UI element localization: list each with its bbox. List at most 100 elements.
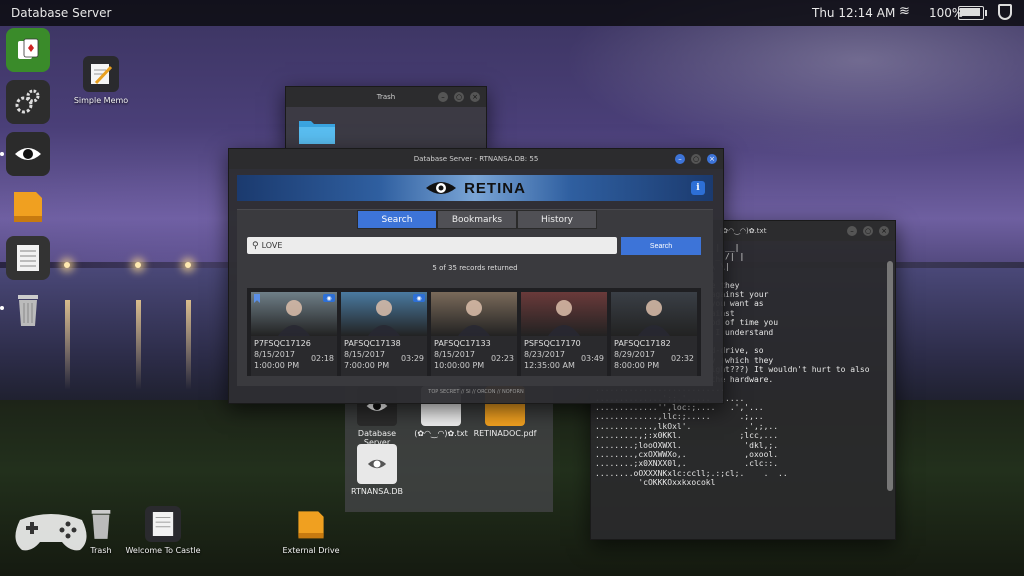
video-thumbnail [611,292,697,336]
street-lamp [135,262,141,268]
video-thumbnail: ◉ [251,292,337,336]
top-bar: Database Server Thu 12:14 AM ≋ 100% [0,0,1024,26]
text-line: ........;x0XNXX0l,. .clc::. [595,459,779,469]
tab-bookmarks[interactable]: Bookmarks [437,210,517,229]
file-item-db[interactable]: RTNANSA.DB [345,444,409,496]
street-lamp [64,262,70,268]
search-input[interactable]: ⚲ LOVE [247,237,617,254]
result-date: 8/15/2017 [434,350,476,359]
battery-icon[interactable] [958,6,987,20]
close-button[interactable]: × [879,226,889,236]
desktop-icon-label: External Drive [282,546,340,555]
maximize-button[interactable]: ○ [691,154,701,164]
viewed-eye-icon: ◉ [323,294,335,302]
trash-window-titlebar[interactable]: Trash – ○ × [286,87,486,107]
result-id: P7FSQC17126 [254,339,311,348]
viewed-eye-icon: ◉ [413,294,425,302]
battery-fill [960,8,980,16]
file-label: (✿◠‿◠)✿.txt [414,429,468,438]
records-count: 5 of 35 records returned [432,264,518,272]
result-duration: 02:18 [310,354,334,363]
scrollbar[interactable] [887,261,893,491]
trash-icon[interactable] [6,288,50,332]
result-card[interactable]: PAFSQC17133 8/15/2017 10:00:00 PM 02:23 [431,292,517,376]
window-title: (✿◠‿◠)✿.txt [719,227,767,235]
close-button[interactable]: × [707,154,717,164]
classification-footer: TOP SECRET // SI // ORCON // NOFORN [428,389,524,395]
gears-icon[interactable] [6,80,50,124]
wifi-icon[interactable]: ≋ [899,4,910,19]
info-button[interactable]: i [691,181,705,195]
text-line: .............,llc:;..... .;,.. [595,412,764,422]
result-duration: 02:32 [670,354,694,363]
result-time: 12:35:00 AM [524,361,575,370]
search-input-value: LOVE [261,241,283,250]
folder-icon[interactable] [298,117,336,145]
window-title: Database Server - RTNANSA.DB: 55 [413,155,539,163]
search-icon: ⚲ [252,240,259,251]
gamepad-watermark-icon [15,514,87,551]
desktop-icon-external-drive[interactable]: External Drive [266,506,356,555]
trash-window: Trash – ○ × [285,86,487,150]
tab-search[interactable]: Search [357,210,437,229]
active-indicator [0,306,4,310]
result-time: 10:00:00 PM [434,361,485,370]
text-line: ........oOXXXNKxlc:ccll;.:;cl;. . .. [595,468,788,478]
result-duration: 03:49 [580,354,604,363]
video-thumbnail [521,292,607,336]
database-file-icon [357,444,397,484]
banner-title: RETINA [464,179,526,197]
minimize-button[interactable]: – [675,154,685,164]
lamp-reflection [136,300,141,390]
maximize-button[interactable]: ○ [454,92,464,102]
notes-icon[interactable] [6,236,50,280]
dock [0,26,54,346]
text-line: ............,lkOxl'. .',;,.. [595,421,779,431]
eye-logo-icon [426,182,457,194]
video-thumbnail [431,292,517,336]
result-card[interactable]: PAFSQC17182 8/29/2017 8:00:00 PM 02:32 [611,292,697,376]
clock[interactable]: Thu 12:14 AM [812,6,895,20]
desktop-icon-label: Simple Memo [73,96,129,105]
text-line: .............'',loc:;.... .','... [595,402,764,412]
desktop-icon-simple-memo[interactable]: Simple Memo [56,56,146,105]
tab-bar: Search Bookmarks History [357,210,597,229]
result-time: 1:00:00 PM [254,361,300,370]
person-silhouette-icon [548,300,580,336]
result-card[interactable]: PSFSQC17170 8/23/2017 12:35:00 AM 03:49 [521,292,607,376]
result-date: 8/15/2017 [254,350,296,359]
desktop-icon-welcome[interactable]: Welcome To Castle [118,506,208,555]
app-title: Database Server [11,6,112,20]
text-line: ........,cxOXWWXo,. ,oxool. [595,449,779,459]
minimize-button[interactable]: – [847,226,857,236]
text-line: .........,;:x0KKl. ;lcc,... [595,431,779,441]
lamp-reflection [186,300,191,390]
document-icon [145,506,181,542]
drive-icon [293,506,329,542]
cards-icon[interactable] [6,28,50,72]
result-card[interactable]: ◉ PAFSQC17138 8/15/2017 7:00:00 PM 03:29 [341,292,427,376]
search-panel: Search Bookmarks History ⚲ LOVE Search 5… [237,209,713,386]
database-server-titlebar[interactable]: Database Server - RTNANSA.DB: 55 – ○ × [229,149,723,169]
results-strip: ◉ P7FSQC17126 8/15/2017 1:00:00 PM 02:18 ◉ PAF… [247,288,701,376]
window-title: Trash [376,93,396,101]
close-button[interactable]: × [470,92,480,102]
result-id: PAFSQC17133 [434,339,491,348]
shield-icon[interactable] [998,4,1012,20]
database-server-window: Database Server - RTNANSA.DB: 55 – ○ × R… [228,148,724,404]
text-line: 'cOKKKOxxkxocokl [595,478,716,488]
drive-icon[interactable] [6,184,50,228]
result-date: 8/15/2017 [344,350,386,359]
tab-history[interactable]: History [517,210,597,229]
result-id: PAFSQC17138 [344,339,401,348]
person-silhouette-icon [458,300,490,336]
eye-icon[interactable] [6,132,50,176]
result-date: 8/23/2017 [524,350,566,359]
maximize-button[interactable]: ○ [863,226,873,236]
search-button[interactable]: Search [621,237,701,255]
result-time: 8:00:00 PM [614,361,660,370]
desktop-icon-label: Welcome To Castle [125,546,201,555]
result-card[interactable]: ◉ P7FSQC17126 8/15/2017 1:00:00 PM 02:18 [251,292,337,376]
lamp-reflection [65,300,70,390]
minimize-button[interactable]: – [438,92,448,102]
